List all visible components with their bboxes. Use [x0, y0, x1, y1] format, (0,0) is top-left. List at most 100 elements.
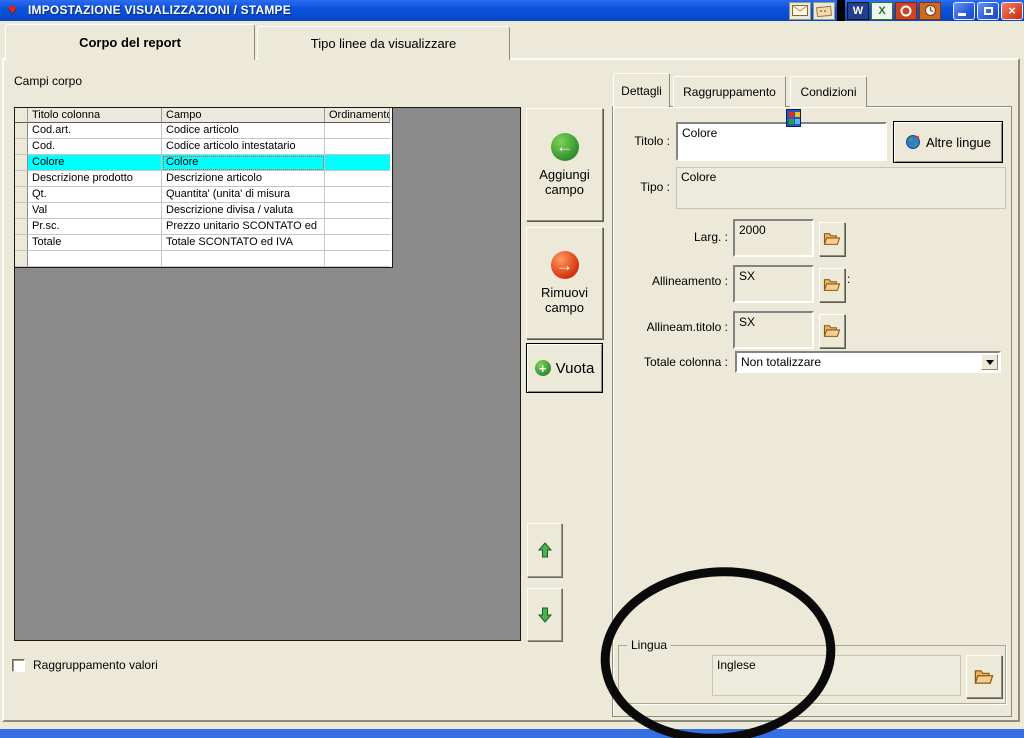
row-selector — [15, 203, 28, 219]
cell-ordinamento[interactable] — [325, 155, 390, 171]
allineamento-field-frame — [733, 265, 814, 303]
cell-ordinamento[interactable] — [325, 235, 390, 251]
cell-ordinamento[interactable] — [325, 219, 390, 235]
header-campo: Campo — [162, 108, 325, 123]
allineam-titolo-field-frame — [733, 311, 814, 349]
header-ordinamento: Ordinamento — [325, 108, 390, 123]
larg-input[interactable] — [735, 221, 812, 239]
cell-campo[interactable]: Quantita' (unita' di misura — [162, 187, 325, 203]
row-selector — [15, 123, 28, 139]
allineam-titolo-input[interactable] — [735, 313, 812, 331]
campi-table: Titolo colonna Campo Ordinamento Cod.art… — [14, 107, 393, 268]
cell-campo-focused[interactable]: Colore — [162, 155, 325, 171]
cell-campo[interactable]: Descrizione articolo — [162, 171, 325, 187]
close-button[interactable]: × — [1001, 1, 1023, 20]
table-row-empty[interactable] — [15, 251, 392, 267]
tab-dettagli[interactable]: Dettagli — [613, 73, 670, 107]
allineamento-lookup-button[interactable] — [819, 268, 845, 302]
cell-ordinamento[interactable] — [325, 187, 390, 203]
window-controls: × — [951, 1, 1023, 20]
cell-titolo[interactable] — [28, 251, 162, 267]
left-arrow-icon: ← — [550, 132, 579, 161]
clock-icon[interactable] — [919, 1, 941, 20]
cell-titolo[interactable]: Qt. — [28, 187, 162, 203]
campi-corpo-label: Campi corpo — [14, 74, 83, 88]
cell-titolo[interactable]: Pr.sc. — [28, 219, 162, 235]
move-up-button[interactable] — [527, 523, 562, 577]
table-row[interactable]: Val Descrizione divisa / valuta — [15, 203, 392, 219]
cell-ordinamento[interactable] — [325, 203, 390, 219]
cell-titolo[interactable]: Descrizione prodotto — [28, 171, 162, 187]
palette-grid-icon[interactable] — [786, 108, 801, 127]
down-arrow-icon — [537, 607, 552, 623]
cell-ordinamento[interactable] — [325, 171, 390, 187]
lingua-lookup-button[interactable] — [966, 655, 1002, 698]
dropdown-arrow-button[interactable] — [981, 354, 998, 370]
allineamento-input[interactable] — [735, 267, 812, 285]
cell-campo[interactable] — [162, 251, 325, 267]
up-arrow-icon — [537, 542, 552, 558]
row-selector — [15, 171, 28, 187]
table-row[interactable]: Qt. Quantita' (unita' di misura — [15, 187, 392, 203]
allineam-titolo-lookup-button[interactable] — [819, 314, 845, 348]
cell-campo[interactable]: Codice articolo intestatario — [162, 139, 325, 155]
move-down-button[interactable] — [527, 588, 562, 641]
folder-icon — [823, 233, 841, 245]
table-row[interactable]: Totale Totale SCONTATO ed IVA — [15, 235, 392, 251]
notes-card-icon[interactable] — [813, 1, 835, 20]
cell-titolo[interactable]: Totale — [28, 235, 162, 251]
table-row-selected[interactable]: Colore Colore — [15, 155, 392, 171]
cell-titolo[interactable]: Colore — [28, 155, 162, 171]
cell-campo[interactable]: Totale SCONTATO ed IVA — [162, 235, 325, 251]
bottom-taskbar-strip — [0, 729, 1024, 738]
folder-icon — [823, 325, 841, 337]
minimize-button[interactable] — [953, 1, 975, 20]
cell-titolo[interactable]: Cod.art. — [28, 123, 162, 139]
totale-colonna-dropdown[interactable]: Non totalizzare — [735, 351, 1001, 373]
excel-icon[interactable]: X — [871, 1, 893, 20]
raggruppamento-valori-checkbox[interactable] — [12, 659, 25, 672]
cell-titolo[interactable]: Val — [28, 203, 162, 219]
cell-ordinamento[interactable] — [325, 139, 390, 155]
folder-icon — [974, 669, 994, 684]
larg-lookup-button[interactable] — [819, 222, 845, 256]
cell-ordinamento[interactable] — [325, 251, 390, 267]
row-selector — [15, 187, 28, 203]
totale-colonna-label: Totale colonna : — [643, 355, 728, 369]
cell-campo[interactable]: Codice articolo — [162, 123, 325, 139]
mail-envelope-icon[interactable] — [789, 1, 811, 20]
table-row[interactable]: Cod. Codice articolo intestatario — [15, 139, 392, 155]
titolo-input[interactable] — [678, 124, 885, 142]
add-label-line1: Aggiungi — [539, 166, 590, 182]
cell-titolo[interactable]: Cod. — [28, 139, 162, 155]
stray-colon-text: : — [847, 272, 851, 286]
tab-tipo-linee[interactable]: Tipo linee da visualizzare — [257, 26, 510, 60]
orange-app-icon[interactable] — [895, 1, 917, 20]
row-selector — [15, 251, 28, 267]
aggiungi-campo-button[interactable]: ← Aggiungi campo — [526, 108, 603, 221]
table-header-row: Titolo colonna Campo Ordinamento — [15, 108, 392, 123]
cell-ordinamento[interactable] — [325, 123, 390, 139]
raggruppamento-valori-label: Raggruppamento valori — [33, 658, 158, 672]
lingua-group-label: Lingua — [627, 638, 672, 652]
tab-raggruppamento[interactable]: Raggruppamento — [673, 76, 786, 107]
row-selector — [15, 139, 28, 155]
table-row[interactable]: Descrizione prodotto Descrizione articol… — [15, 171, 392, 187]
row-selector — [15, 219, 28, 235]
table-row[interactable]: Pr.sc. Prezzo unitario SCONTATO ed — [15, 219, 392, 235]
window-title: IMPOSTAZIONE VISUALIZZAZIONI / STAMPE — [28, 3, 291, 17]
altre-lingue-button[interactable]: Altre lingue — [893, 121, 1003, 163]
larg-label: Larg. : — [693, 230, 728, 244]
word-icon[interactable]: W — [847, 1, 869, 20]
app-heart-icon: ♥ — [8, 1, 17, 18]
cell-campo[interactable]: Prezzo unitario SCONTATO ed — [162, 219, 325, 235]
chevron-down-icon — [985, 359, 994, 365]
restore-button[interactable] — [977, 1, 999, 20]
lingua-input[interactable] — [713, 656, 960, 674]
tab-condizioni[interactable]: Condizioni — [790, 76, 867, 107]
table-row[interactable]: Cod.art. Codice articolo — [15, 123, 392, 139]
totale-colonna-value: Non totalizzare — [741, 355, 822, 369]
tab-corpo-del-report[interactable]: Corpo del report — [5, 24, 255, 60]
cell-campo[interactable]: Descrizione divisa / valuta — [162, 203, 325, 219]
add-label-line2: campo — [544, 181, 584, 197]
